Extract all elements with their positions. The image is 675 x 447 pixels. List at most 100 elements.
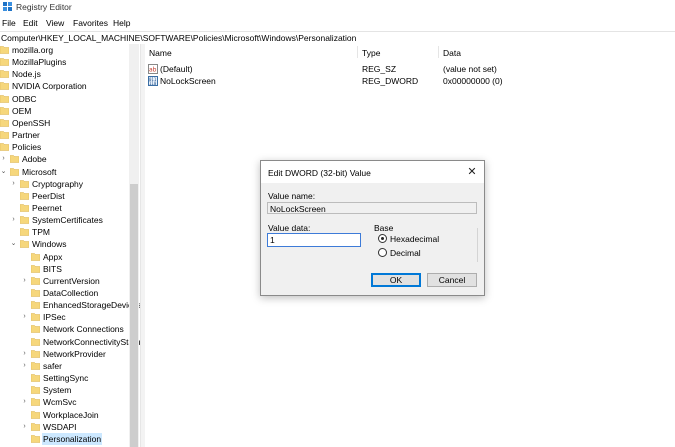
tree-item-label: WorkplaceJoin [43,409,99,420]
value-name: (Default) [160,64,193,74]
close-icon[interactable]: ✕ [465,165,479,179]
folder-icon [10,155,19,164]
tree-item[interactable]: ODBC [0,93,140,105]
folder-icon [20,228,29,236]
tree-item-label: Cryptography [32,178,84,189]
value-data-input[interactable] [267,233,361,247]
tree-item[interactable]: Peernet [0,202,140,214]
chevron-right-icon[interactable]: › [10,215,17,224]
tree-item[interactable]: Appx [0,251,140,263]
tree-item-label: IPSec [43,312,66,323]
cancel-button[interactable]: Cancel [427,273,477,287]
tree-item[interactable]: BITS [0,263,140,275]
chevron-right-icon[interactable]: › [21,361,28,370]
key-tree[interactable]: mozilla.org MozillaPlugins Node.js NVIDIA C… [0,44,140,447]
menu-favorites[interactable]: Favorites [73,18,108,28]
tree-item-label: Partner [12,130,40,141]
tree-item-label: Personalization [42,432,103,445]
tree-item[interactable]: MozillaPlugins [0,56,140,68]
column-separator[interactable] [357,46,358,58]
list-item[interactable]: 011 110 NoLockScreen REG_DWORD 0x0000000… [145,75,675,87]
tree-item[interactable]: › WSDAPI [0,421,140,433]
chevron-right-icon[interactable]: › [21,422,28,431]
menu-view[interactable]: View [46,18,64,28]
tree-item[interactable]: Policies [0,141,140,153]
address-bar[interactable]: Computer\HKEY_LOCAL_MACHINE\SOFTWARE\Pol… [0,31,675,45]
tree-item[interactable]: mozilla.org [0,44,140,56]
menu-edit[interactable]: Edit [23,18,38,28]
value-type: REG_DWORD [362,76,419,86]
chevron-down-icon[interactable]: ⌄ [0,167,7,176]
tree-item-label: Node.js [12,69,41,80]
folder-icon [0,94,9,103]
chevron-right-icon[interactable]: › [21,397,28,406]
tree-item[interactable]: WorkplaceJoin [0,409,140,421]
tree-item[interactable]: › IPSec [0,311,140,323]
value-name-field: NoLockScreen [267,202,477,214]
chevron-right-icon[interactable]: › [21,276,28,285]
tree-item[interactable]: › NetworkProvider [0,348,140,360]
tree-item[interactable]: Partner [0,129,140,141]
column-separator[interactable] [438,46,439,58]
tree-item-label: TPM [32,227,50,238]
folder-icon [31,313,40,322]
chevron-right-icon[interactable]: › [10,179,17,188]
chevron-down-icon[interactable]: ⌄ [10,239,17,248]
decimal-radio[interactable] [378,248,387,257]
folder-icon [31,422,40,431]
hexadecimal-label[interactable]: Hexadecimal [390,234,439,244]
tree-item[interactable]: System [0,384,140,396]
tree-item[interactable]: › Cryptography [0,178,140,190]
tree-item[interactable]: ⌄ Microsoft [0,166,140,178]
folder-icon [31,289,40,297]
chevron-right-icon[interactable]: › [0,154,7,163]
edit-dword-dialog: Edit DWORD (32-bit) Value ✕ Value name: … [260,160,485,296]
tree-scrollbar-thumb[interactable] [130,184,138,447]
tree-item[interactable]: NetworkConnectivityStatusIndicator [0,336,140,348]
tree-item[interactable]: DataCollection [0,287,140,299]
tree-item[interactable]: EnhancedStorageDevices [0,299,140,311]
tree-item[interactable]: Personalization [0,432,140,445]
ok-button[interactable]: OK [371,273,421,287]
folder-icon [0,46,9,54]
tree-scrollbar[interactable] [129,44,139,447]
chevron-right-icon[interactable]: › [21,349,28,358]
dialog-title-bar[interactable]: Edit DWORD (32-bit) Value ✕ [261,161,484,183]
tree-item[interactable]: ⌄ Windows [0,238,140,250]
column-type[interactable]: Type [362,48,380,58]
tree-item[interactable]: › safer [0,360,140,372]
menu-file[interactable]: File [2,18,16,28]
tree-item-label: BITS [43,263,62,274]
value-data-label: Value data: [268,223,311,233]
folder-icon [0,131,9,139]
value-data: 0x00000000 (0) [443,76,503,86]
tree-item-label: CurrentVersion [43,275,100,286]
folder-icon [31,301,40,309]
decimal-label[interactable]: Decimal [390,248,421,258]
column-data[interactable]: Data [443,48,461,58]
tree-item[interactable]: TPM [0,226,140,238]
tree-item[interactable]: OEM [0,105,140,117]
address-path[interactable]: Computer\HKEY_LOCAL_MACHINE\SOFTWARE\Pol… [1,33,356,43]
hexadecimal-radio[interactable] [378,234,387,243]
menu-help[interactable]: Help [113,18,130,28]
folder-icon [20,216,29,224]
list-item[interactable]: ab (Default) REG_SZ (value not set) [145,63,675,75]
tree-item[interactable]: › CurrentVersion [0,275,140,287]
tree-item[interactable]: › WcmSvc [0,396,140,408]
tree-item-label: Microsoft [22,166,57,177]
tree-item-label: NVIDIA Corporation [12,81,87,92]
tree-item[interactable]: › Adobe [0,153,140,165]
tree-item[interactable]: OpenSSH [0,117,140,129]
folder-icon [31,325,40,334]
tree-item[interactable]: Network Connections [0,323,140,335]
tree-item-label: Appx [43,251,63,262]
tree-item[interactable]: SettingSync [0,372,140,384]
chevron-right-icon[interactable]: › [21,312,28,321]
tree-item[interactable]: Node.js [0,68,140,80]
column-name[interactable]: Name [149,48,172,58]
tree-item[interactable]: PeerDist [0,190,140,202]
tree-item[interactable]: NVIDIA Corporation [0,80,140,92]
tree-item[interactable]: › SystemCertificates [0,214,140,226]
folder-icon [31,277,40,285]
